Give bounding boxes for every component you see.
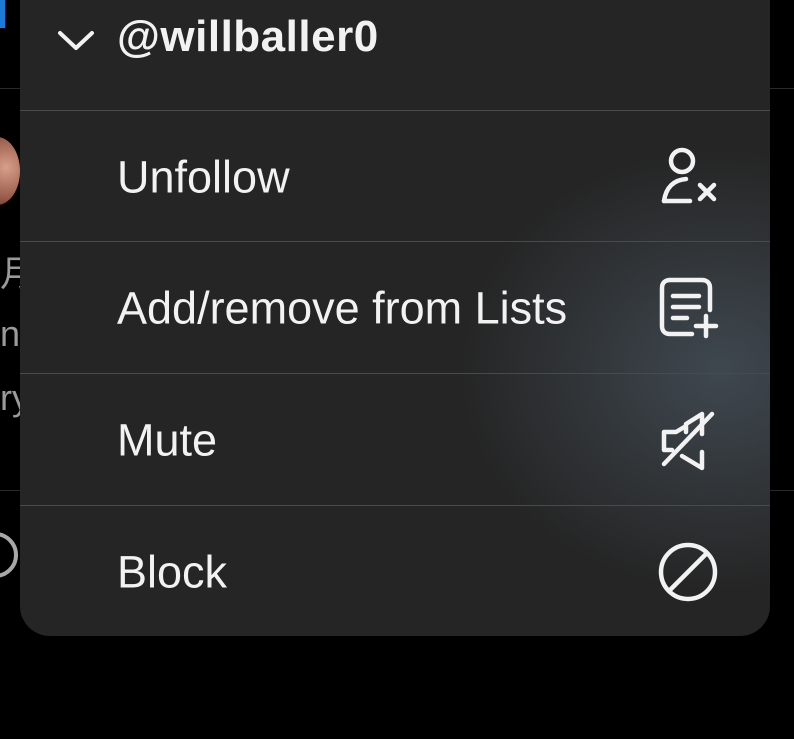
mute-speaker-icon bbox=[656, 408, 720, 472]
add-remove-lists-label: Add/remove from Lists bbox=[117, 282, 568, 333]
mute-menu-item[interactable]: Mute bbox=[20, 374, 770, 505]
user-actions-menu: @willballer0 Unfollow Add/remove from Li… bbox=[20, 0, 770, 636]
menu-header[interactable]: @willballer0 bbox=[20, 0, 770, 80]
block-icon bbox=[656, 540, 720, 604]
background-accent-bar bbox=[0, 0, 5, 28]
unfollow-user-icon bbox=[656, 145, 720, 209]
block-menu-item[interactable]: Block bbox=[20, 506, 770, 636]
background-reply-icon bbox=[0, 532, 18, 578]
unfollow-label: Unfollow bbox=[117, 151, 290, 202]
menu-title-username: @willballer0 bbox=[117, 12, 379, 61]
unfollow-menu-item[interactable]: Unfollow bbox=[20, 111, 770, 242]
list-add-icon bbox=[656, 276, 720, 340]
block-label: Block bbox=[117, 546, 228, 597]
screen: 月 n ry @willballer0 Unfollow Add/remove … bbox=[0, 0, 794, 739]
add-remove-lists-menu-item[interactable]: Add/remove from Lists bbox=[20, 242, 770, 373]
chevron-down-icon[interactable] bbox=[56, 20, 96, 60]
background-text-fragment-2: n bbox=[0, 313, 21, 354]
mute-label: Mute bbox=[117, 414, 218, 465]
background-avatar bbox=[0, 137, 20, 205]
